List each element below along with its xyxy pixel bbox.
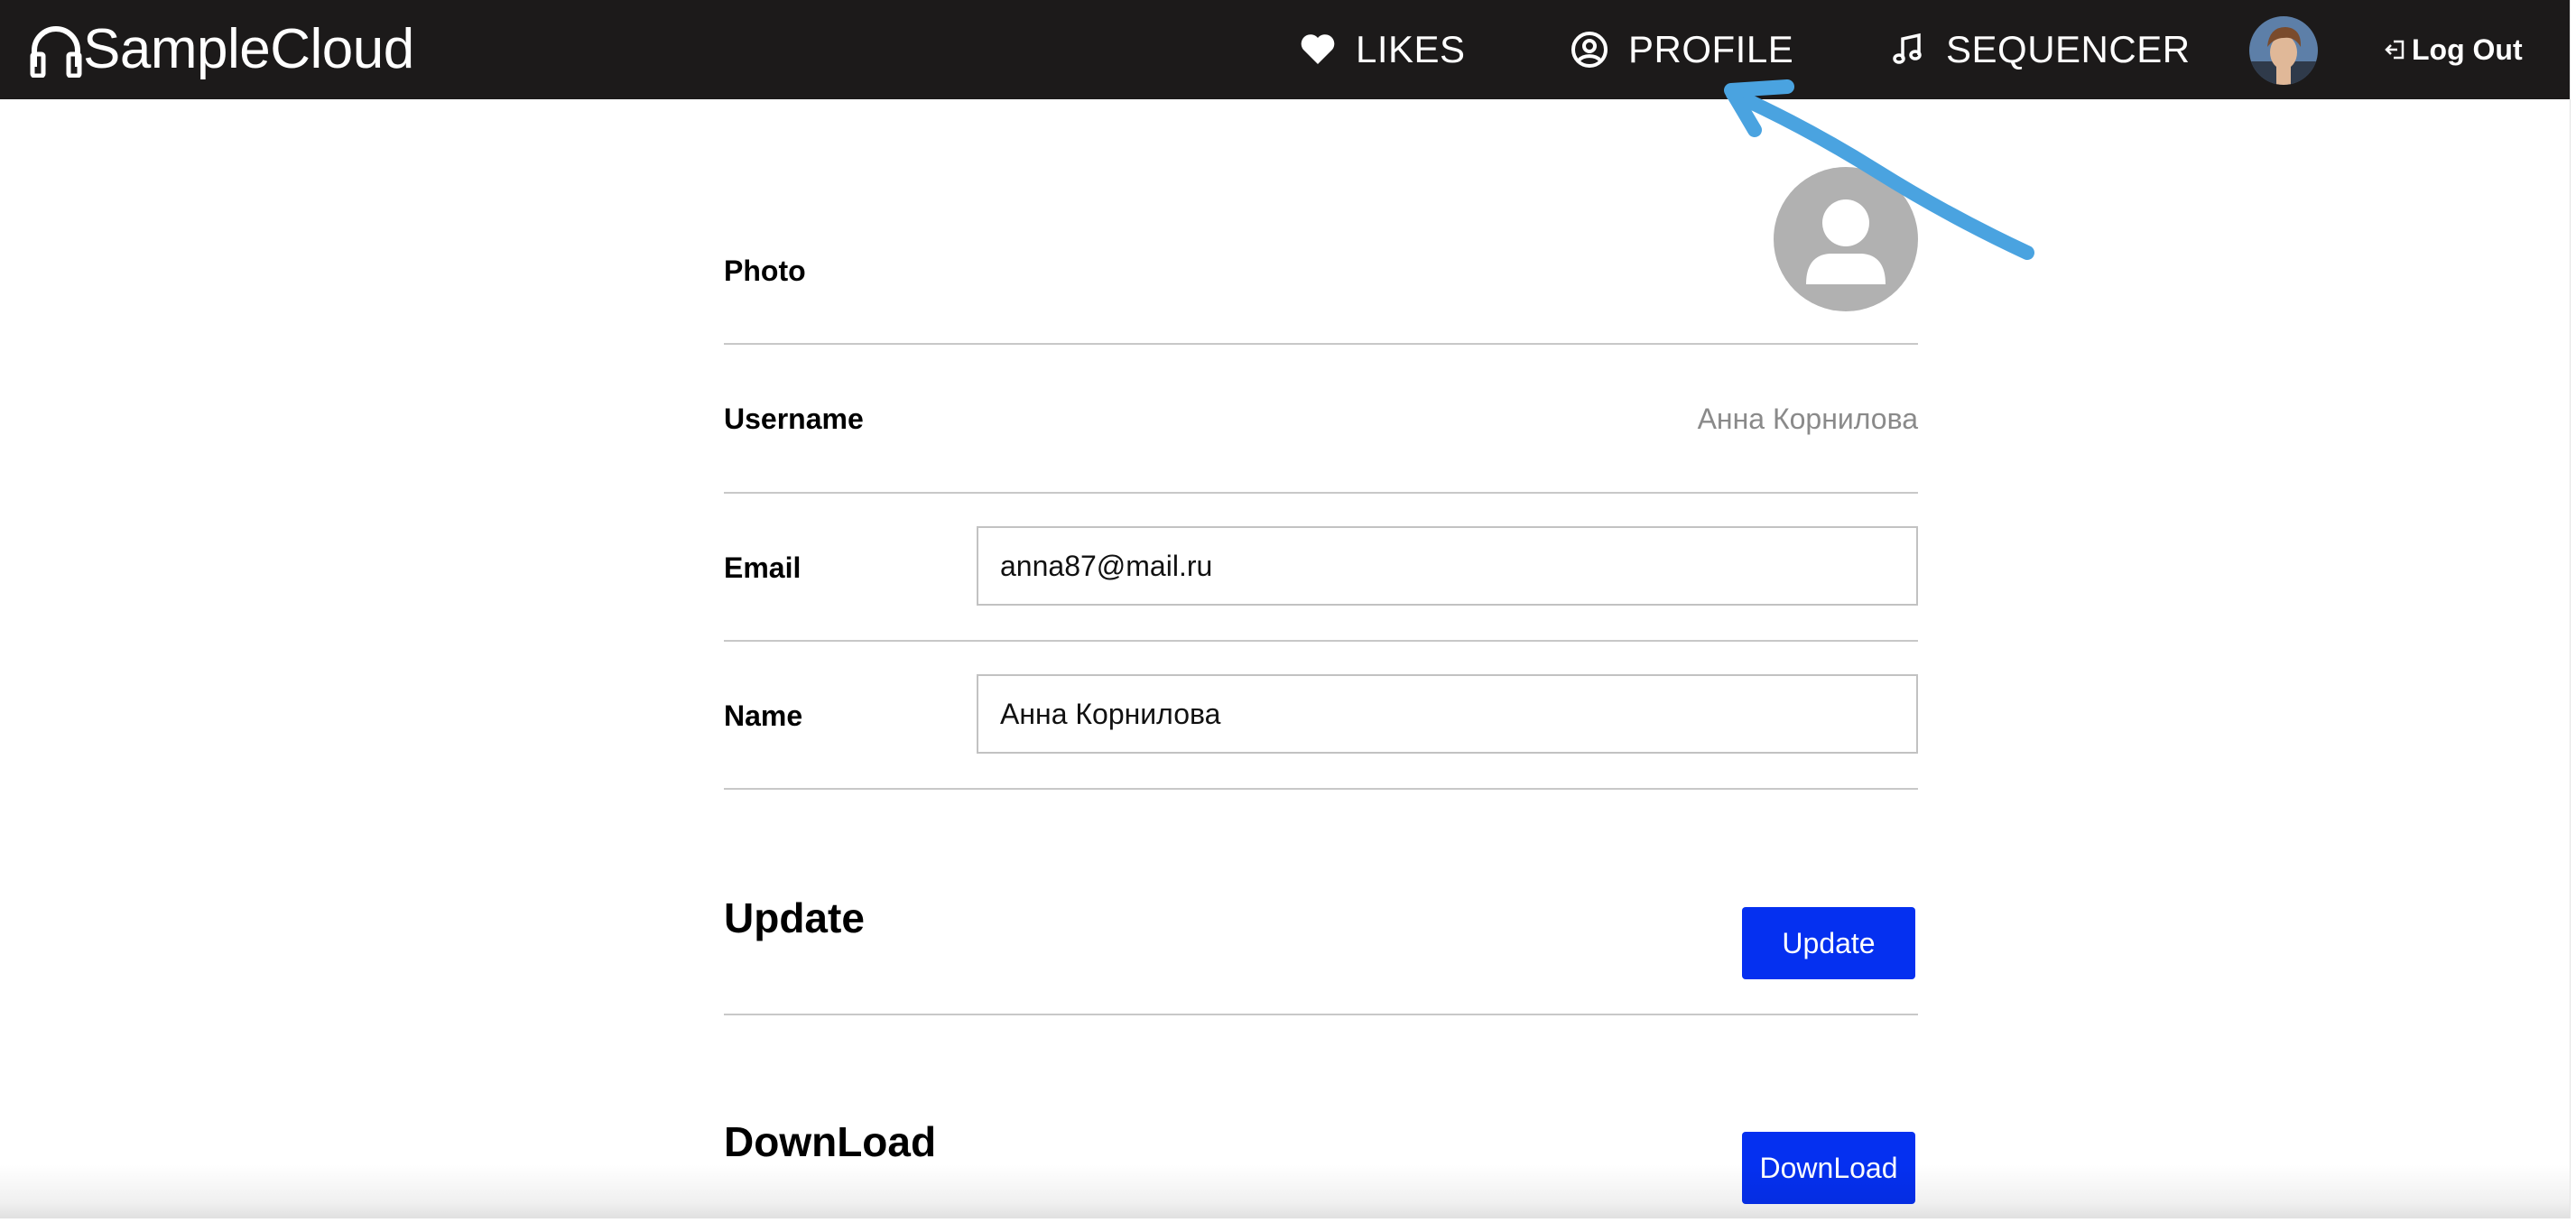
photo-placeholder-avatar[interactable]: [1774, 167, 1918, 311]
photo-label: Photo: [724, 255, 806, 287]
nav-profile[interactable]: PROFILE: [1571, 0, 1793, 99]
email-field[interactable]: [977, 526, 1918, 606]
nav-sequencer-label: SEQUENCER: [1946, 28, 2191, 70]
name-row: Name: [724, 642, 1918, 790]
username-label: Username: [724, 403, 864, 435]
update-button[interactable]: Update: [1742, 907, 1915, 979]
person-icon: [1806, 199, 1886, 284]
download-title: DownLoad: [724, 1118, 937, 1165]
heart-icon: [1301, 34, 1335, 64]
user-avatar[interactable]: [2249, 16, 2318, 85]
update-title: Update: [724, 894, 865, 941]
download-section: DownLoad: [724, 1015, 1918, 1232]
name-label: Name: [724, 699, 803, 732]
nav-sequencer[interactable]: SEQUENCER: [1890, 0, 2191, 99]
update-section: Update: [724, 790, 1918, 1015]
window-edge: [2570, 0, 2576, 1218]
username-row: Username Анна Корнилова: [724, 345, 1918, 494]
logout-button[interactable]: Log Out: [2383, 0, 2523, 99]
user-circle-icon: [1571, 32, 1608, 68]
logout-label: Log Out: [2412, 32, 2523, 66]
headphones-icon: [30, 26, 82, 78]
logout-icon: [2385, 40, 2405, 60]
nav-likes-label: LIKES: [1356, 28, 1466, 70]
profile-form: Photo Username Анна Корнилова Email Name…: [724, 99, 1918, 1232]
nav-likes[interactable]: LIKES: [1300, 0, 1466, 99]
brand-name: SampleCloud: [83, 18, 414, 80]
photo-row: Photo: [724, 99, 1918, 345]
music-note-icon: [1893, 32, 1922, 64]
email-row: Email: [724, 494, 1918, 642]
brand-logo[interactable]: SampleCloud: [29, 20, 414, 79]
nav-profile-label: PROFILE: [1628, 28, 1794, 70]
username-value: Анна Корнилова: [1697, 403, 1918, 435]
top-navbar: SampleCloud LIKES PROFILE SEQUENCER Log …: [0, 0, 2571, 99]
name-field[interactable]: [977, 674, 1918, 754]
download-button[interactable]: DownLoad: [1742, 1132, 1915, 1204]
email-label: Email: [724, 551, 802, 584]
